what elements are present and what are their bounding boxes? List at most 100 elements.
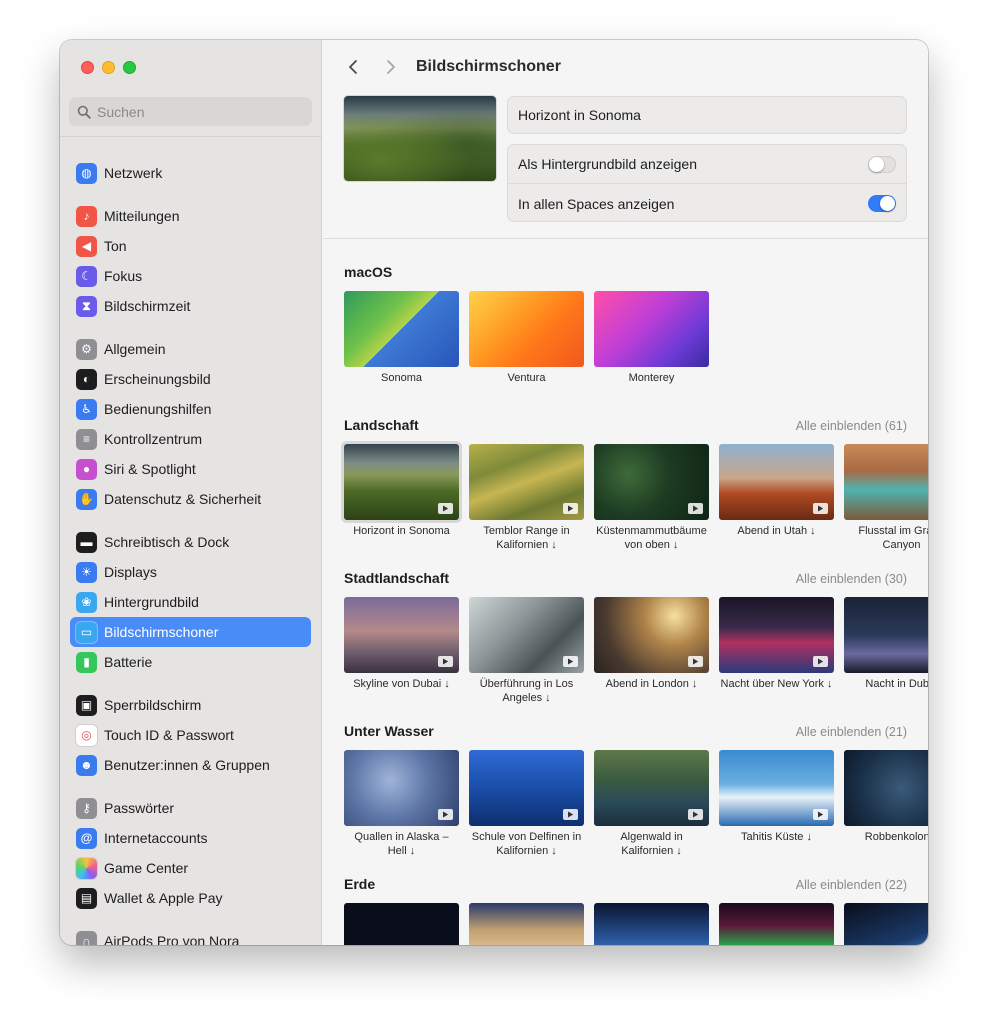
screensaver-tile[interactable]: Monterey	[594, 291, 709, 385]
window-controls	[81, 61, 136, 74]
sidebar-item-touch-id-passwort[interactable]: ◎ Touch ID & Passwort	[70, 720, 311, 750]
show-on-all-spaces-switch[interactable]	[868, 195, 896, 212]
screensaver-tile[interactable]: Abend in Utah ↓	[719, 444, 834, 538]
sidebar-item-ton[interactable]: ◀ Ton	[70, 231, 311, 261]
sidebar-item-datenschutz-sicherheit[interactable]: ✋ Datenschutz & Sicherheit	[70, 484, 311, 514]
sidebar-item-label: Datenschutz & Sicherheit	[104, 491, 262, 507]
screensaver-tile[interactable]: Nacht über New York ↓	[719, 597, 834, 691]
show-all-button[interactable]: Alle einblenden (22)	[796, 878, 907, 892]
screensaver-tile[interactable]: Sonoma	[344, 291, 459, 385]
moon-icon: ☾	[76, 265, 97, 287]
screensaver-tile[interactable]	[719, 903, 834, 945]
screensaver-tile[interactable]: Küstenmammutbäume von oben ↓	[594, 444, 709, 552]
screensaver-thumbnail	[344, 750, 459, 826]
sidebar-item-displays[interactable]: ☀ Displays	[70, 557, 311, 587]
screensaver-thumbnail	[469, 444, 584, 520]
switch-knob	[869, 157, 884, 172]
search-field[interactable]	[69, 97, 312, 126]
show-all-button[interactable]: Alle einblenden (30)	[796, 572, 907, 586]
sidebar-item-benutzer-innen-gruppen[interactable]: ☻ Benutzer:innen & Gruppen	[70, 750, 311, 780]
section-macos: macOS Sonoma Ventura Monterey	[344, 264, 928, 414]
screensaver-tile[interactable]: Abend in London ↓	[594, 597, 709, 691]
screensaver-tile[interactable]: Robbenkolonie	[844, 750, 928, 844]
sidebar-item-label: Fokus	[104, 268, 143, 284]
screensaver-caption: Monterey	[628, 372, 675, 384]
close-button[interactable]	[81, 61, 94, 74]
sidebar-item-airpods-pro-von-nora[interactable]: ∩ AirPods Pro von Nora	[70, 926, 311, 945]
sidebar-item-label: Bedienungshilfen	[104, 401, 212, 417]
screensaver-tile[interactable]: Ventura	[469, 291, 584, 385]
show-as-wallpaper-switch[interactable]	[868, 156, 896, 173]
screensaver-tile[interactable]	[594, 903, 709, 945]
sidebar-item-sperrbildschirm[interactable]: ▣ Sperrbildschirm	[70, 690, 311, 720]
hand-icon: ✋	[76, 488, 97, 510]
switch-knob	[880, 196, 895, 211]
sidebar-item-siri-spotlight[interactable]: ● Siri & Spotlight	[70, 454, 311, 484]
sidebar-item-label: Displays	[104, 564, 157, 580]
sidebar-item-fokus[interactable]: ☾ Fokus	[70, 261, 311, 291]
screensaver-tile[interactable]: Quallen in Alaska – Hell ↓	[344, 750, 459, 858]
sidebar-item-bedienungshilfen[interactable]: ♿ Bedienungshilfen	[70, 394, 311, 424]
section-header: Unter Wasser Alle einblenden (21)	[344, 723, 928, 743]
play-icon	[813, 656, 828, 667]
section-title: Erde	[344, 876, 376, 892]
sidebar-item-passwörter[interactable]: ⚷ Passwörter	[70, 793, 311, 823]
screensaver-tile[interactable]: Tahitis Küste ↓	[719, 750, 834, 844]
control-center-icon: ≡	[76, 428, 97, 450]
sidebar-item-mitteilungen[interactable]: ♪ Mitteilungen	[70, 201, 311, 231]
minimize-button[interactable]	[102, 61, 115, 74]
section-header: Stadtlandschaft Alle einblenden (30)	[344, 570, 928, 590]
sidebar-item-hintergrundbild[interactable]: ❀ Hintergrundbild	[70, 587, 311, 617]
screensaver-tile[interactable]	[844, 903, 928, 945]
screensaver-caption: Sonoma	[381, 372, 422, 384]
sidebar-item-kontrollzentrum[interactable]: ≡ Kontrollzentrum	[70, 424, 311, 454]
back-button[interactable]	[343, 56, 363, 78]
sidebar-item-batterie[interactable]: ▮ Batterie	[70, 647, 311, 677]
screensaver-caption: Schule von Delfinen in Kalifornien ↓	[471, 831, 582, 857]
screensaver-tile[interactable]: Flusstal im Grand Canyon	[844, 444, 928, 552]
sidebar-item-label: Kontrollzentrum	[104, 431, 203, 447]
screensaver-tile[interactable]: Temblor Range in Kalifornien ↓	[469, 444, 584, 552]
toggle-label: In allen Spaces anzeigen	[518, 195, 675, 212]
screensaver-tile[interactable]: Algenwald in Kalifornien ↓	[594, 750, 709, 858]
show-all-button[interactable]: Alle einblenden (21)	[796, 725, 907, 739]
screensaver-tile[interactable]: Überführung in Los Angeles ↓	[469, 597, 584, 705]
sidebar-item-game-center[interactable]: ● Game Center	[70, 853, 311, 883]
dock-icon: ▬	[76, 531, 97, 553]
sidebar-item-bildschirmzeit[interactable]: ⧗ Bildschirmzeit	[70, 291, 311, 321]
sidebar-item-label: Touch ID & Passwort	[104, 727, 234, 743]
screensaver-thumbnail	[844, 597, 928, 673]
sidebar-item-wallet-apple-pay[interactable]: ▤ Wallet & Apple Pay	[70, 883, 311, 913]
screensaver-tile[interactable]	[344, 903, 459, 945]
sidebar-item-bildschirmschoner[interactable]: ▭ Bildschirmschoner	[70, 617, 311, 647]
sidebar-item-erscheinungsbild[interactable]: ◐ Erscheinungsbild	[70, 364, 311, 394]
play-icon	[438, 809, 453, 820]
screensaver-tile[interactable]: Nacht in Dubai	[844, 597, 928, 691]
sidebar-item-label: Bildschirmzeit	[104, 298, 191, 314]
sidebar-item-internetaccounts[interactable]: @ Internetaccounts	[70, 823, 311, 853]
selected-screensaver-name: Horizont in Sonoma	[507, 96, 907, 134]
sidebar-item-schreibtisch-dock[interactable]: ▬ Schreibtisch & Dock	[70, 527, 311, 557]
sidebar-item-label: Mitteilungen	[104, 208, 180, 224]
section-landschaft: Landschaft Alle einblenden (61) Horizont i…	[344, 417, 928, 567]
screensaver-thumbnail	[469, 903, 584, 945]
search-input[interactable]	[97, 103, 297, 120]
screensaver-thumbnail	[594, 444, 709, 520]
sidebar-item-label: AirPods Pro von Nora	[104, 933, 240, 945]
screensaver-tile[interactable]: Skyline von Dubai ↓	[344, 597, 459, 691]
screensaver-tile[interactable]: Schule von Delfinen in Kalifornien ↓	[469, 750, 584, 858]
zoom-button[interactable]	[123, 61, 136, 74]
screensaver-tile[interactable]: Horizont in Sonoma	[344, 444, 459, 538]
sidebar-item-label: Hintergrundbild	[104, 594, 199, 610]
key-icon: ⚷	[76, 797, 97, 819]
sidebar-item-netzwerk[interactable]: ◍ Netzwerk	[70, 158, 311, 188]
screensaver-gallery: macOS Sonoma Ventura Monterey Landschaft Alle…	[323, 239, 928, 945]
screensaver-caption: Nacht in Dubai	[865, 678, 928, 690]
appearance-icon: ◐	[76, 368, 97, 390]
screensaver-tile[interactable]	[469, 903, 584, 945]
forward-button[interactable]	[381, 56, 401, 78]
sidebar-item-allgemein[interactable]: ⚙ Allgemein	[70, 334, 311, 364]
siri-icon: ●	[76, 458, 97, 480]
sidebar-item-label: Sperrbildschirm	[104, 697, 202, 713]
show-all-button[interactable]: Alle einblenden (61)	[796, 419, 907, 433]
